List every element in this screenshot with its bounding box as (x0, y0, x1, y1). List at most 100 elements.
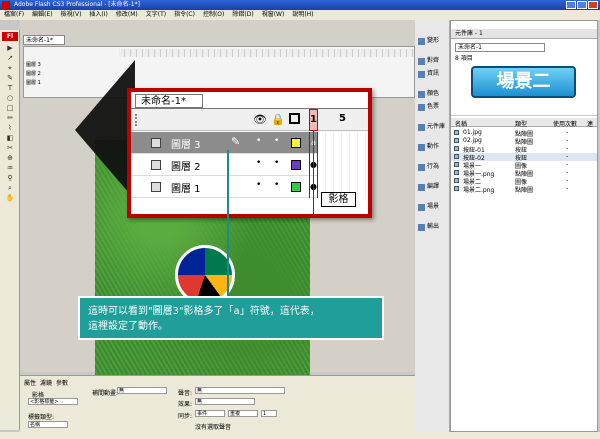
dock-align[interactable]: 對齊 (417, 55, 449, 67)
dock-library[interactable]: 元件庫 (417, 121, 449, 133)
layer-color-swatch[interactable] (291, 160, 301, 170)
tween-select[interactable]: 無 (117, 387, 167, 394)
sync-select[interactable]: 事件 (195, 410, 225, 417)
frame-tooltip: 影格 (321, 192, 356, 207)
dock-scene[interactable]: 場景 (417, 201, 449, 213)
menu-insert[interactable]: 插入(I) (89, 10, 107, 20)
scene2-button-preview: 場景二 (471, 66, 576, 98)
library-title[interactable]: 元件庫 - 1 (451, 29, 597, 39)
dock-swatches[interactable]: 色票 (417, 101, 449, 113)
layer-icon (151, 138, 161, 148)
col-uses[interactable]: 使用次數 (553, 119, 577, 128)
col-name[interactable]: 名稱 (455, 119, 467, 128)
menu-view[interactable]: 檢視(V) (61, 10, 82, 20)
library-item[interactable]: 場景二.png 點陣圖 - (451, 185, 597, 194)
eyedropper-tool-icon[interactable]: ⊕ (4, 154, 16, 162)
drag-handle-icon[interactable] (135, 114, 138, 126)
oval-tool-icon[interactable]: ○ (4, 94, 16, 102)
dock-output[interactable]: 輸出 (417, 221, 449, 233)
library-item[interactable]: 按鈕-02 按鈕 - (451, 153, 597, 162)
dock-behaviors[interactable]: 行為 (417, 161, 449, 173)
library-item[interactable]: 01.jpg 點陣圖 - (451, 129, 597, 138)
tab-filters[interactable]: 濾鏡 (40, 378, 52, 387)
frame-1-header[interactable]: 1 (309, 109, 318, 131)
sound-select[interactable]: 無 (195, 387, 285, 394)
menu-help[interactable]: 說明(H) (292, 10, 313, 20)
layer-row-2[interactable]: 圖層 2 • • ● (131, 154, 368, 176)
properties-panel: 屬性 濾鏡 參數 影格 <影格標籤> 標籤類型: 名稱 補間動畫: 無 聲音: … (20, 375, 415, 439)
label-type-select[interactable]: 名稱 (28, 421, 68, 428)
lock-dot[interactable]: • (274, 136, 279, 146)
outline-icon[interactable] (289, 113, 300, 124)
ink-bottle-tool-icon[interactable]: ♒ (4, 164, 16, 172)
menu-control[interactable]: 控制(O) (203, 10, 224, 20)
layer-name[interactable]: 圖層 2 (171, 158, 201, 173)
maximize-button[interactable] (577, 1, 587, 9)
dock-info[interactable]: 資訊 (417, 68, 449, 80)
layer-color-swatch[interactable] (291, 182, 301, 192)
menu-debug[interactable]: 除錯(D) (232, 10, 253, 20)
visibility-dot[interactable]: • (256, 180, 261, 190)
layer-row-3[interactable]: 圖層 3 ✎ • • a (131, 132, 368, 154)
hand-tool-icon[interactable]: ✋ (4, 194, 16, 202)
library-document-select[interactable]: 未命名-1 (455, 43, 545, 52)
paint-bucket-tool-icon[interactable]: ◧ (4, 134, 16, 142)
text-tool-icon[interactable]: T (4, 84, 16, 92)
layer-color-swatch[interactable] (291, 138, 301, 148)
repeat-select[interactable]: 重複 (228, 410, 258, 417)
library-preview: 場景二 (451, 61, 597, 116)
subselection-tool-icon[interactable]: ↗ (4, 54, 16, 62)
layer-name[interactable]: 圖層 1 (171, 180, 201, 195)
dock-compiler[interactable]: 編譯 (417, 181, 449, 193)
frame-track[interactable] (318, 132, 368, 154)
menu-edit[interactable]: 編輯(E) (32, 10, 52, 20)
frame-name-input[interactable]: <影格標籤> (28, 398, 78, 405)
frame-track[interactable] (318, 154, 368, 176)
visibility-dot[interactable]: • (256, 158, 261, 168)
window-title: Adobe Flash CS3 Professional - [未命名-1*] (14, 1, 140, 8)
tab-parameters[interactable]: 參數 (56, 378, 68, 387)
layer-icon (151, 160, 161, 170)
effect-select[interactable]: 無 (195, 398, 255, 405)
library-item[interactable]: 場景二 圖像 - (451, 177, 597, 186)
eraser-tool-icon[interactable]: ✂ (4, 144, 16, 152)
selection-tool-icon[interactable]: ▶ (4, 44, 16, 52)
lock-dot[interactable]: • (274, 158, 279, 168)
eye-icon[interactable]: 👁 (253, 113, 267, 126)
lock-dot[interactable]: • (274, 180, 279, 190)
dock-color[interactable]: 顏色 (417, 88, 449, 100)
repeat-count-input[interactable]: 1 (261, 410, 277, 417)
free-transform-tool-icon[interactable]: ⌖ (4, 64, 16, 72)
callout-connector-line (227, 150, 229, 300)
lock-icon[interactable]: 🔒 (271, 113, 285, 126)
library-item[interactable]: 場景一 圖像 - (451, 161, 597, 170)
menu-modify[interactable]: 修改(M) (116, 10, 138, 20)
dock-transform[interactable]: 變形 (417, 35, 449, 47)
document-tab[interactable]: 未命名-1* (23, 35, 65, 45)
lasso-tool-icon[interactable]: ⚲ (4, 174, 16, 182)
rectangle-tool-icon[interactable]: □ (4, 104, 16, 112)
menu-file[interactable]: 檔案(F) (4, 10, 24, 20)
menu-text[interactable]: 文字(T) (146, 10, 166, 20)
layer-name[interactable]: 圖層 3 (171, 136, 201, 151)
library-item[interactable]: 02.jpg 點陣圖 - (451, 137, 597, 146)
zoom-document-tab[interactable]: 未命名-1* (135, 94, 203, 108)
window-titlebar: Adobe Flash CS3 Professional - [未命名-1*] (0, 0, 600, 10)
library-item[interactable]: 場景一.png 點陣圖 - (451, 169, 597, 178)
menu-window[interactable]: 視窗(W) (262, 10, 285, 20)
col-type[interactable]: 類型 (515, 119, 527, 128)
playhead-line[interactable] (313, 131, 314, 216)
pencil-tool-icon[interactable]: ✏ (4, 114, 16, 122)
pen-tool-icon[interactable]: ✎ (4, 74, 16, 82)
dock-actions[interactable]: 動作 (417, 141, 449, 153)
zoom-tool-icon[interactable]: ⌕ (4, 184, 16, 192)
zoom-cone (75, 60, 135, 200)
close-button[interactable] (588, 1, 598, 9)
col-linkage[interactable]: 連 (587, 119, 593, 128)
minimize-button[interactable] (566, 1, 576, 9)
visibility-dot[interactable]: • (256, 136, 261, 146)
menu-commands[interactable]: 指令(C) (174, 10, 195, 20)
brush-tool-icon[interactable]: ⌇ (4, 124, 16, 132)
library-item[interactable]: 按鈕-01 按鈕 - (451, 145, 597, 154)
tab-properties[interactable]: 屬性 (24, 378, 36, 387)
